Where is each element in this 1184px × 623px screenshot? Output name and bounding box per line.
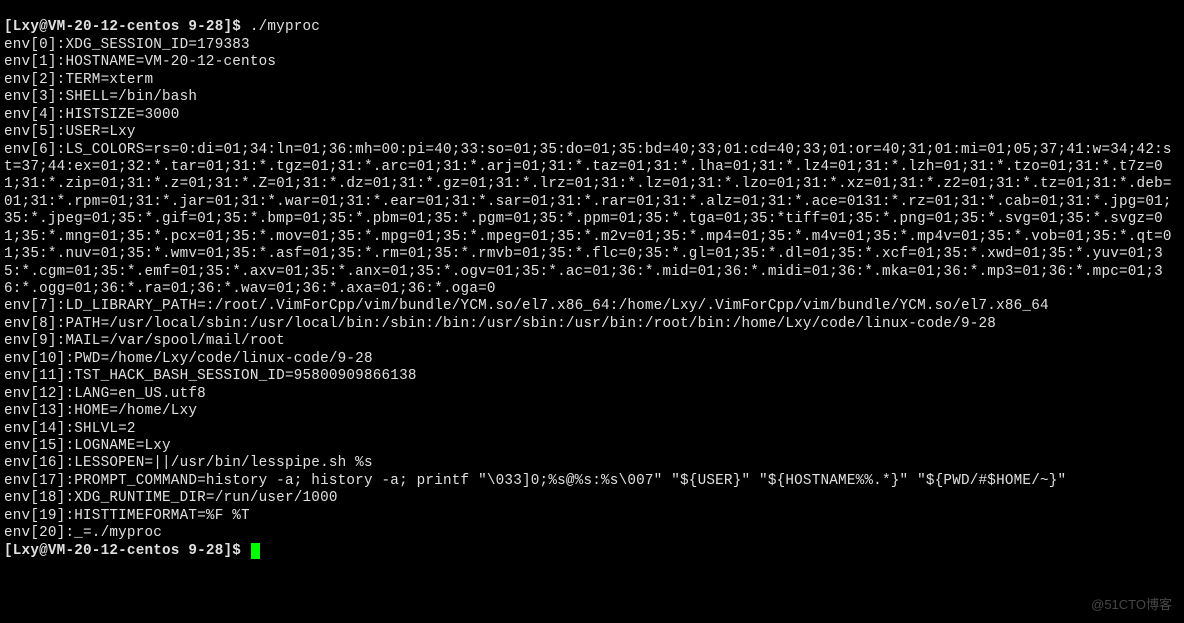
env-line: env[18]:XDG_RUNTIME_DIR=/run/user/1000 (4, 490, 1180, 507)
env-line: env[7]:LD_LIBRARY_PATH=:/root/.VimForCpp… (4, 298, 1180, 315)
env-line: env[20]:_=./myproc (4, 525, 1180, 542)
env-line: env[6]:LS_COLORS=rs=0:di=01;34:ln=01;36:… (4, 142, 1180, 299)
env-line: env[14]:SHLVL=2 (4, 421, 1180, 438)
env-line: env[8]:PATH=/usr/local/sbin:/usr/local/b… (4, 316, 1180, 333)
terminal-output[interactable]: [Lxy@VM-20-12-centos 9-28]$ ./myprocenv[… (0, 0, 1184, 581)
shell-prompt: [Lxy@VM-20-12-centos 9-28]$ (4, 19, 241, 35)
env-line: env[11]:TST_HACK_BASH_SESSION_ID=9580090… (4, 368, 1180, 385)
env-line: env[9]:MAIL=/var/spool/mail/root (4, 333, 1180, 350)
cursor-block (251, 543, 260, 559)
env-line: env[0]:XDG_SESSION_ID=179383 (4, 37, 1180, 54)
env-line: env[4]:HISTSIZE=3000 (4, 107, 1180, 124)
env-line: env[10]:PWD=/home/Lxy/code/linux-code/9-… (4, 351, 1180, 368)
env-line: env[15]:LOGNAME=Lxy (4, 438, 1180, 455)
env-line: env[13]:HOME=/home/Lxy (4, 403, 1180, 420)
env-line: env[17]:PROMPT_COMMAND=history -a; histo… (4, 473, 1180, 490)
prompt-line-2[interactable]: [Lxy@VM-20-12-centos 9-28]$ (4, 543, 1180, 560)
env-line: env[3]:SHELL=/bin/bash (4, 89, 1180, 106)
prompt-line-1: [Lxy@VM-20-12-centos 9-28]$ ./myproc (4, 19, 1180, 36)
env-line: env[19]:HISTTIMEFORMAT=%F %T (4, 508, 1180, 525)
watermark-text: @51CTO博客 (1091, 597, 1172, 613)
env-line: env[1]:HOSTNAME=VM-20-12-centos (4, 54, 1180, 71)
env-line: env[2]:TERM=xterm (4, 72, 1180, 89)
shell-prompt: [Lxy@VM-20-12-centos 9-28]$ (4, 543, 241, 559)
env-line: env[16]:LESSOPEN=||/usr/bin/lesspipe.sh … (4, 455, 1180, 472)
typed-command: ./myproc (250, 19, 320, 35)
env-line: env[5]:USER=Lxy (4, 124, 1180, 141)
env-line: env[12]:LANG=en_US.utf8 (4, 386, 1180, 403)
